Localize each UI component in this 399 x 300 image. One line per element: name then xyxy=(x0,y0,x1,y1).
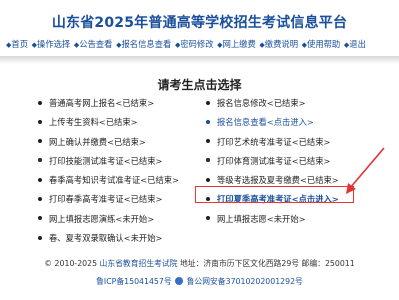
police-record-link[interactable]: 鲁公网安备37010202001292号 xyxy=(187,277,303,286)
footer-record-line: 鲁ICP备15041457号 鲁公网安备37010202001292号 xyxy=(0,276,399,287)
icp-record-link[interactable]: 鲁ICP备15041457号 xyxy=(96,277,172,286)
org-link[interactable]: 山东省教育招生考试院 xyxy=(100,259,178,268)
police-badge-icon xyxy=(175,277,184,285)
footer-copyright-line: © 2010-2025 山东省教育招生考试院 地址：济南市历下区文化西路29号 … xyxy=(44,259,355,268)
red-arrow-icon xyxy=(346,147,385,194)
